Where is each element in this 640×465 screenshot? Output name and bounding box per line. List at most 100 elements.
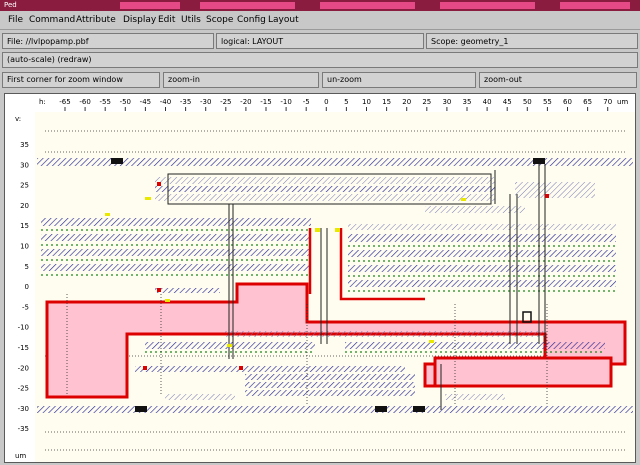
title-stripe [440,2,535,9]
y-tick-label: 35 [20,141,29,149]
layout-drawing[interactable]: -65 -60 -55 -50 -45 -40 -35 -30 -25 -20 -15 -10 -5 0 5… [5,94,636,463]
x-tick-label: -30 [200,98,211,106]
x-tick-label: 50 [523,98,532,106]
prompt-text: First corner for zoom window [2,72,160,88]
y-tick-label: 30 [20,161,29,169]
x-tick-label: 15 [382,98,391,106]
contact[interactable] [135,406,147,412]
lower-row[interactable] [445,394,505,400]
x-tick-label: 40 [483,98,492,106]
x-tick-label: 45 [503,98,512,106]
lower-row[interactable] [135,366,405,372]
y-tick-label: 5 [25,263,29,271]
title-stripe [560,2,630,9]
menu-scope[interactable]: Scope [206,15,233,26]
layout-canvas[interactable]: -65 -60 -55 -50 -45 -40 -35 -30 -25 -20 -15 -10 -5 0 5… [4,93,636,463]
x-tick-label: -35 [180,98,191,106]
right-row[interactable] [348,280,616,287]
menu-config[interactable]: Config [237,15,266,26]
metal-strip[interactable] [155,186,495,192]
menu-display[interactable]: Display [123,15,156,26]
lower-row[interactable] [245,382,415,388]
x-tick-label: 30 [442,98,451,106]
x-tick-label: -50 [120,98,131,106]
x-tick-label: -60 [79,98,90,106]
metal-strip[interactable] [515,182,595,198]
x-tick-label: -40 [160,98,171,106]
y-tick-label: -35 [18,425,29,433]
contact[interactable] [111,158,123,164]
menu-utils[interactable]: Utils [181,15,201,26]
info-bar: File: //lvlpopamp.pbf logical: LAYOUT Sc… [2,30,638,52]
bottom-rail[interactable] [37,406,633,413]
x-tick-label: -15 [260,98,271,106]
x-axis-unit: um [617,98,628,106]
left-row[interactable] [41,264,311,271]
scope-field: Scope: geometry_1 [426,33,638,49]
mid-row[interactable] [225,331,545,337]
right-row[interactable] [348,224,616,230]
contact[interactable] [533,158,545,164]
metal-strip[interactable] [155,194,495,201]
menu-file[interactable]: File [8,15,23,26]
y-tick-label: -10 [18,324,29,332]
lower-row[interactable] [245,390,415,396]
title-stripe [200,2,295,9]
lower-row[interactable] [245,374,415,380]
y-axis-unit: um [15,452,26,460]
menu-command[interactable]: Command [29,15,75,26]
metal-strip[interactable] [155,177,495,184]
left-row[interactable] [41,218,311,226]
y-tick-label: 25 [20,182,29,190]
mid-row[interactable] [345,342,605,349]
metal-strip[interactable] [155,288,220,293]
contact[interactable] [413,406,425,412]
contact[interactable] [375,406,387,412]
command-bar: First corner for zoom window zoom-in un-… [0,70,640,90]
x-tick-label: 20 [402,98,411,106]
y-tick-label: 20 [20,202,29,210]
x-tick-label: 55 [543,98,552,106]
x-tick-label: -25 [220,98,231,106]
left-row[interactable] [41,234,311,241]
x-tick-label: 65 [583,98,592,106]
un-zoom-button[interactable]: un-zoom [322,72,476,88]
window-title: Ped [4,1,17,9]
x-tick-label: -65 [59,98,70,106]
x-tick-label: 70 [603,98,612,106]
y-tick-label: 10 [20,243,29,251]
left-row[interactable] [41,249,311,256]
y-tick-label: -15 [18,344,29,352]
right-row[interactable] [348,250,616,257]
file-field: File: //lvlpopamp.pbf [2,33,214,49]
zoom-out-button[interactable]: zoom-out [479,72,637,88]
logical-field: logical: LAYOUT [216,33,424,49]
menu-edit[interactable]: Edit [158,15,175,26]
title-bar: Ped [0,0,640,11]
y-tick-label: -5 [22,303,29,311]
menu-layout[interactable]: Layout [268,15,299,26]
y-tick-label: 0 [25,283,29,291]
x-tick-label: 25 [422,98,431,106]
x-tick-label: 5 [344,98,348,106]
y-tick-label: -20 [18,364,29,372]
x-tick-label: 35 [463,98,472,106]
lower-row[interactable] [165,394,235,400]
x-tick-label: 10 [362,98,371,106]
n-well[interactable] [433,356,613,388]
x-tick-label: -45 [140,98,151,106]
right-row[interactable] [348,265,616,272]
status-line: (auto-scale) (redraw) [2,52,638,68]
title-stripe [320,2,415,9]
x-tick-label: 60 [563,98,572,106]
menu-attribute[interactable]: Attribute [76,15,116,26]
zoom-in-button[interactable]: zoom-in [163,72,319,88]
y-axis-label: v: [15,115,21,123]
x-tick-label: -55 [99,98,110,106]
x-tick-label: 0 [324,98,328,106]
right-row[interactable] [348,234,616,242]
x-tick-label: -10 [280,98,291,106]
y-tick-label: -30 [18,405,29,413]
x-axis-label: h: [39,98,46,106]
x-tick-label: -20 [240,98,251,106]
